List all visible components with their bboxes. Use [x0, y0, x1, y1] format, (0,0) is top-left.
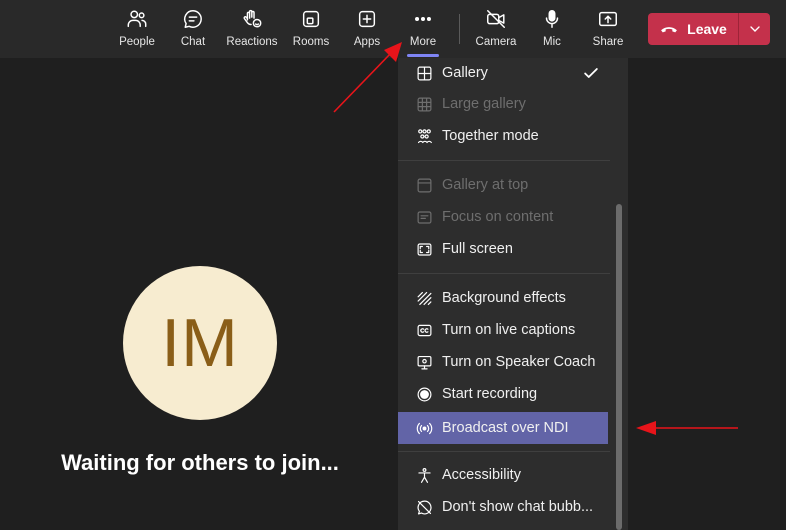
- menu-item-focus-on-content[interactable]: Focus on content: [398, 202, 608, 232]
- menu-item-together-mode[interactable]: Together mode: [398, 121, 608, 151]
- menu-item-large-gallery[interactable]: Large gallery: [398, 89, 608, 119]
- grid-icon: [417, 66, 431, 80]
- more-options-menu: Gallery Large gallery Together mode Gall…: [398, 58, 628, 530]
- chevron-down-icon: [749, 26, 760, 32]
- hang-up-icon: [661, 27, 678, 33]
- annotation-arrow-up-icon: [333, 42, 402, 113]
- camera-off-icon: [487, 10, 505, 28]
- rooms-label: Rooms: [292, 36, 330, 48]
- accessibility-icon: [417, 467, 431, 483]
- large-grid-icon: [417, 97, 431, 111]
- menu-item-label: Broadcast over NDI: [442, 420, 569, 436]
- menu-item-broadcast-ndi[interactable]: Broadcast over NDI: [398, 412, 608, 444]
- leave-options-button[interactable]: [739, 13, 770, 45]
- together-mode-icon: [417, 128, 432, 143]
- speaker-coach-icon: [417, 355, 431, 369]
- reactions-label: Reactions: [226, 36, 278, 48]
- menu-item-gallery-at-top[interactable]: Gallery at top: [398, 170, 608, 200]
- menu-item-chat-bubbles[interactable]: Don't show chat bubb...: [398, 492, 608, 522]
- menu-item-label: Background effects: [442, 290, 566, 306]
- menu-item-label: Don't show chat bubb...: [442, 499, 594, 515]
- chat-button[interactable]: Chat: [163, 8, 223, 52]
- share-button[interactable]: Share: [578, 8, 638, 52]
- gallery-top-icon: [417, 178, 431, 192]
- menu-separator: [398, 451, 610, 452]
- menu-item-label: Gallery: [442, 65, 488, 81]
- people-label: People: [119, 36, 155, 48]
- participant-avatar: IM: [123, 266, 277, 420]
- fullscreen-icon: [417, 242, 431, 256]
- camera-label: Camera: [475, 36, 517, 48]
- broadcast-icon: [416, 422, 432, 434]
- menu-separator: [398, 273, 610, 274]
- raise-hand-icon: [243, 9, 262, 28]
- menu-item-label: Start recording: [442, 386, 538, 402]
- people-icon: [127, 10, 147, 28]
- menu-item-label: Large gallery: [442, 96, 526, 112]
- share-screen-icon: [599, 11, 617, 27]
- focus-content-icon: [417, 210, 431, 224]
- microphone-icon: [545, 10, 559, 28]
- menu-item-start-recording[interactable]: Start recording: [398, 379, 608, 409]
- mic-label: Mic: [543, 36, 561, 48]
- menu-item-gallery[interactable]: Gallery: [398, 58, 608, 88]
- menu-scrollbar[interactable]: [616, 204, 622, 530]
- menu-item-speaker-coach[interactable]: Turn on Speaker Coach: [398, 347, 608, 377]
- people-button[interactable]: People: [107, 8, 167, 52]
- menu-item-label: Turn on Speaker Coach: [442, 354, 596, 370]
- share-label: Share: [592, 36, 624, 48]
- menu-item-accessibility[interactable]: Accessibility: [398, 460, 608, 490]
- menu-item-label: Full screen: [442, 241, 513, 257]
- menu-item-label: Turn on live captions: [442, 322, 576, 338]
- menu-item-background-effects[interactable]: Background effects: [398, 283, 608, 313]
- menu-item-live-captions[interactable]: Turn on live captions: [398, 315, 608, 345]
- annotation-arrow-left-icon: [636, 421, 738, 435]
- captions-icon: [417, 324, 431, 336]
- menu-separator: [398, 160, 610, 161]
- leave-button-group: Leave: [648, 13, 770, 45]
- more-active-indicator: [407, 54, 439, 57]
- menu-item-label: Focus on content: [442, 209, 554, 225]
- checkmark-icon: [584, 68, 598, 78]
- waiting-status: Waiting for others to join...: [61, 450, 339, 475]
- camera-button[interactable]: Camera: [466, 8, 526, 52]
- background-effects-icon: [417, 291, 431, 305]
- rooms-icon: [302, 10, 320, 28]
- mic-button[interactable]: Mic: [522, 8, 582, 52]
- leave-button[interactable]: Leave: [648, 13, 738, 45]
- more-label: More: [409, 36, 437, 48]
- chat-icon: [184, 10, 202, 28]
- leave-label: Leave: [687, 21, 727, 37]
- avatar-initials: IM: [161, 305, 239, 381]
- menu-item-label: Together mode: [442, 128, 539, 144]
- record-icon: [417, 387, 431, 401]
- more-dots-icon: [415, 16, 431, 22]
- chat-label: Chat: [180, 36, 206, 48]
- toolbar-divider: [459, 14, 460, 44]
- menu-item-full-screen[interactable]: Full screen: [398, 234, 608, 264]
- chat-bubble-off-icon: [417, 500, 432, 514]
- apps-add-icon: [358, 10, 376, 28]
- reactions-button[interactable]: Reactions: [222, 8, 282, 52]
- menu-item-label: Gallery at top: [442, 177, 529, 193]
- menu-item-label: Accessibility: [442, 467, 521, 483]
